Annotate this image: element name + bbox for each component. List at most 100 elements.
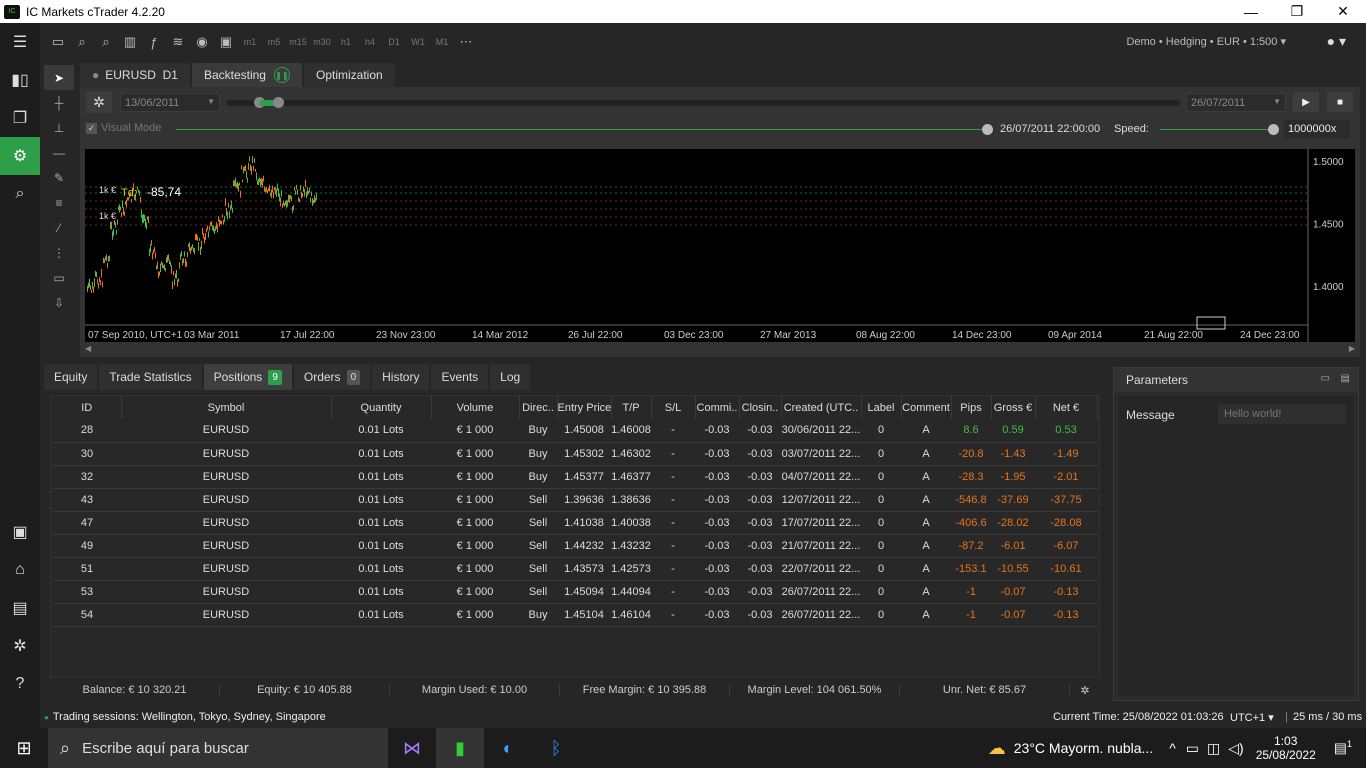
line-icon[interactable]: —	[44, 140, 74, 165]
position-row[interactable]: 30 EURUSD 0.01 Lots € 1 000 Buy 1.45302 1.4630…	[53, 442, 1097, 466]
visual-studio-icon[interactable]: ⋈	[388, 728, 436, 768]
layers-icon[interactable]: ≋	[166, 30, 190, 54]
fibonacci-icon[interactable]: ≡	[44, 190, 74, 215]
stop-button[interactable]: ■	[1327, 92, 1353, 112]
close-button[interactable]: ✕	[1320, 0, 1366, 23]
automate-icon[interactable]: ⚙	[0, 137, 40, 175]
store-icon[interactable]: ⌂	[0, 551, 40, 589]
tf-mn1[interactable]: M1	[430, 37, 454, 47]
tab-positions[interactable]: Positions 9	[203, 364, 292, 390]
tray-chevron-icon[interactable]: ^	[1169, 740, 1176, 756]
timezone-selector[interactable]: UTC+1 ▾	[1230, 711, 1274, 724]
battery-icon[interactable]: ▭	[1186, 740, 1199, 757]
position-row[interactable]: 43 EURUSD 0.01 Lots € 1 000 Sell 1.39636 1.386…	[53, 488, 1097, 512]
rectangle-icon[interactable]: ▭	[44, 265, 74, 290]
position-row[interactable]: 54 EURUSD 0.01 Lots € 1 000 Buy 1.45104 1.4610…	[53, 603, 1097, 627]
range-slider[interactable]	[226, 97, 1180, 108]
minimize-panel-icon[interactable]: ▭	[1321, 373, 1330, 384]
measure-icon[interactable]: ⊥	[44, 115, 74, 140]
column-header[interactable]: Quantity	[331, 396, 432, 419]
pause-icon[interactable]: ❚❚	[273, 67, 290, 83]
tab-trade-statistics[interactable]: Trade Statistics	[99, 364, 202, 390]
column-header[interactable]: Direc..	[519, 396, 558, 419]
tf-m15[interactable]: m15	[286, 37, 310, 47]
snapshot-icon[interactable]: ▣	[214, 30, 238, 54]
column-header[interactable]: Volume	[431, 396, 520, 419]
tab-events[interactable]: Events	[431, 364, 489, 390]
user-icon[interactable]: ● ▾	[1327, 33, 1346, 50]
trade-icon[interactable]: ▮▯	[0, 61, 40, 99]
position-row[interactable]: 28 EURUSD 0.01 Lots € 1 000 Buy 1.45008 1.4600…	[53, 419, 1097, 443]
taskbar-clock[interactable]: 1:03 25/08/2022	[1256, 734, 1316, 762]
bluetooth-icon[interactable]: ᛒ	[532, 728, 580, 768]
backtest-settings-button[interactable]: ✲	[86, 91, 112, 113]
speed-handle[interactable]	[1268, 124, 1279, 135]
column-header[interactable]: T/P	[611, 396, 652, 419]
column-header[interactable]: Net €	[1035, 396, 1098, 419]
tf-m1[interactable]: m1	[238, 37, 262, 47]
brush-icon[interactable]: ⁄	[44, 215, 74, 240]
play-button[interactable]: ▶	[1293, 92, 1319, 112]
lock-drawing-icon[interactable]: ⇩	[44, 290, 74, 315]
network-icon[interactable]: ◫	[1207, 740, 1220, 757]
eye-icon[interactable]: ◉	[190, 30, 214, 54]
scroll-right-icon[interactable]: ▶	[1349, 344, 1355, 353]
column-header[interactable]: Entry Price	[557, 396, 612, 419]
tf-w1[interactable]: W1	[406, 37, 430, 47]
analyze-icon[interactable]: ⌕	[0, 175, 40, 213]
menu-icon[interactable]: ☰	[0, 23, 40, 61]
more-icon[interactable]: ⋯	[454, 30, 478, 54]
windows-start-icon[interactable]: ⊞	[0, 728, 48, 768]
pen-icon[interactable]: ✎	[44, 165, 74, 190]
progress-handle[interactable]	[982, 124, 993, 135]
visual-mode-checkbox[interactable]: ✓ Visual Mode	[86, 122, 161, 134]
tf-h1[interactable]: h1	[334, 37, 358, 47]
column-header[interactable]: Created (UTC..	[781, 396, 862, 419]
weather-text[interactable]: 23°C Mayorm. nubla...	[1014, 740, 1153, 756]
position-row[interactable]: 32 EURUSD 0.01 Lots € 1 000 Buy 1.45377 1.4637…	[53, 465, 1097, 489]
scroll-left-icon[interactable]: ◀	[85, 344, 91, 353]
tab-equity[interactable]: Equity	[44, 364, 98, 390]
grid-icon[interactable]: ⋮	[44, 240, 74, 265]
price-chart[interactable]: 1.50001.45001.40001.35001.30001.250007 S…	[85, 149, 1355, 481]
account-selector[interactable]: Demo • Hedging • EUR • 1:500 ▾	[1126, 35, 1286, 48]
tf-m5[interactable]: m5	[262, 37, 286, 47]
tab-orders[interactable]: Orders 0	[293, 364, 371, 390]
column-header[interactable]: Pips	[951, 396, 992, 419]
save-icon[interactable]: ▤	[1341, 373, 1350, 384]
edge-icon[interactable]: ◐	[484, 728, 532, 768]
position-row[interactable]: 51 EURUSD 0.01 Lots € 1 000 Sell 1.43573 1.425…	[53, 557, 1097, 581]
minimize-button[interactable]: —	[1228, 0, 1274, 23]
column-header[interactable]: S/L	[651, 396, 696, 419]
wallet-icon[interactable]: ▤	[0, 589, 40, 627]
weather-icon[interactable]: ☁	[988, 738, 1006, 759]
indicator-icon[interactable]: ƒ	[142, 30, 166, 54]
tf-m30[interactable]: m30	[310, 37, 334, 47]
maximize-button[interactable]: ❐	[1274, 0, 1320, 23]
briefcase-icon[interactable]: ▣	[0, 513, 40, 551]
tab-optimization[interactable]: Optimization	[303, 63, 395, 87]
zoom-out-icon[interactable]: ⌕	[70, 30, 94, 54]
position-row[interactable]: 47 EURUSD 0.01 Lots € 1 000 Sell 1.41038 1.400…	[53, 511, 1097, 535]
column-header[interactable]: Gross €	[991, 396, 1036, 419]
param-message-input[interactable]: Hello world!	[1218, 404, 1346, 424]
settings-icon[interactable]: ✲	[0, 627, 40, 665]
end-date-select[interactable]: 26/07/2011 ▼	[1186, 93, 1286, 112]
column-header[interactable]: Closin..	[739, 396, 782, 419]
layout-icon[interactable]: ▭	[46, 30, 70, 54]
volume-icon[interactable]: ◁)	[1228, 740, 1243, 757]
crosshair-icon[interactable]: ┼	[44, 90, 74, 115]
position-row[interactable]: 49 EURUSD 0.01 Lots € 1 000 Sell 1.44232 1.432…	[53, 534, 1097, 558]
column-header[interactable]: Label	[861, 396, 902, 419]
ctrader-icon[interactable]: ▮	[436, 728, 484, 768]
range-end-handle[interactable]	[273, 97, 284, 108]
tab-chart[interactable]: ● EURUSD D1	[80, 63, 190, 87]
start-date-select[interactable]: 13/06/2011 ▼	[120, 93, 220, 112]
tab-log[interactable]: Log	[490, 364, 531, 390]
copy-icon[interactable]: ❐	[0, 99, 40, 137]
grid-settings-icon[interactable]: ✲	[1070, 684, 1100, 697]
tf-d1[interactable]: D1	[382, 37, 406, 47]
column-header[interactable]: ID	[53, 396, 122, 419]
cursor-icon[interactable]: ➤	[44, 65, 74, 90]
column-header[interactable]: Symbol	[121, 396, 332, 419]
